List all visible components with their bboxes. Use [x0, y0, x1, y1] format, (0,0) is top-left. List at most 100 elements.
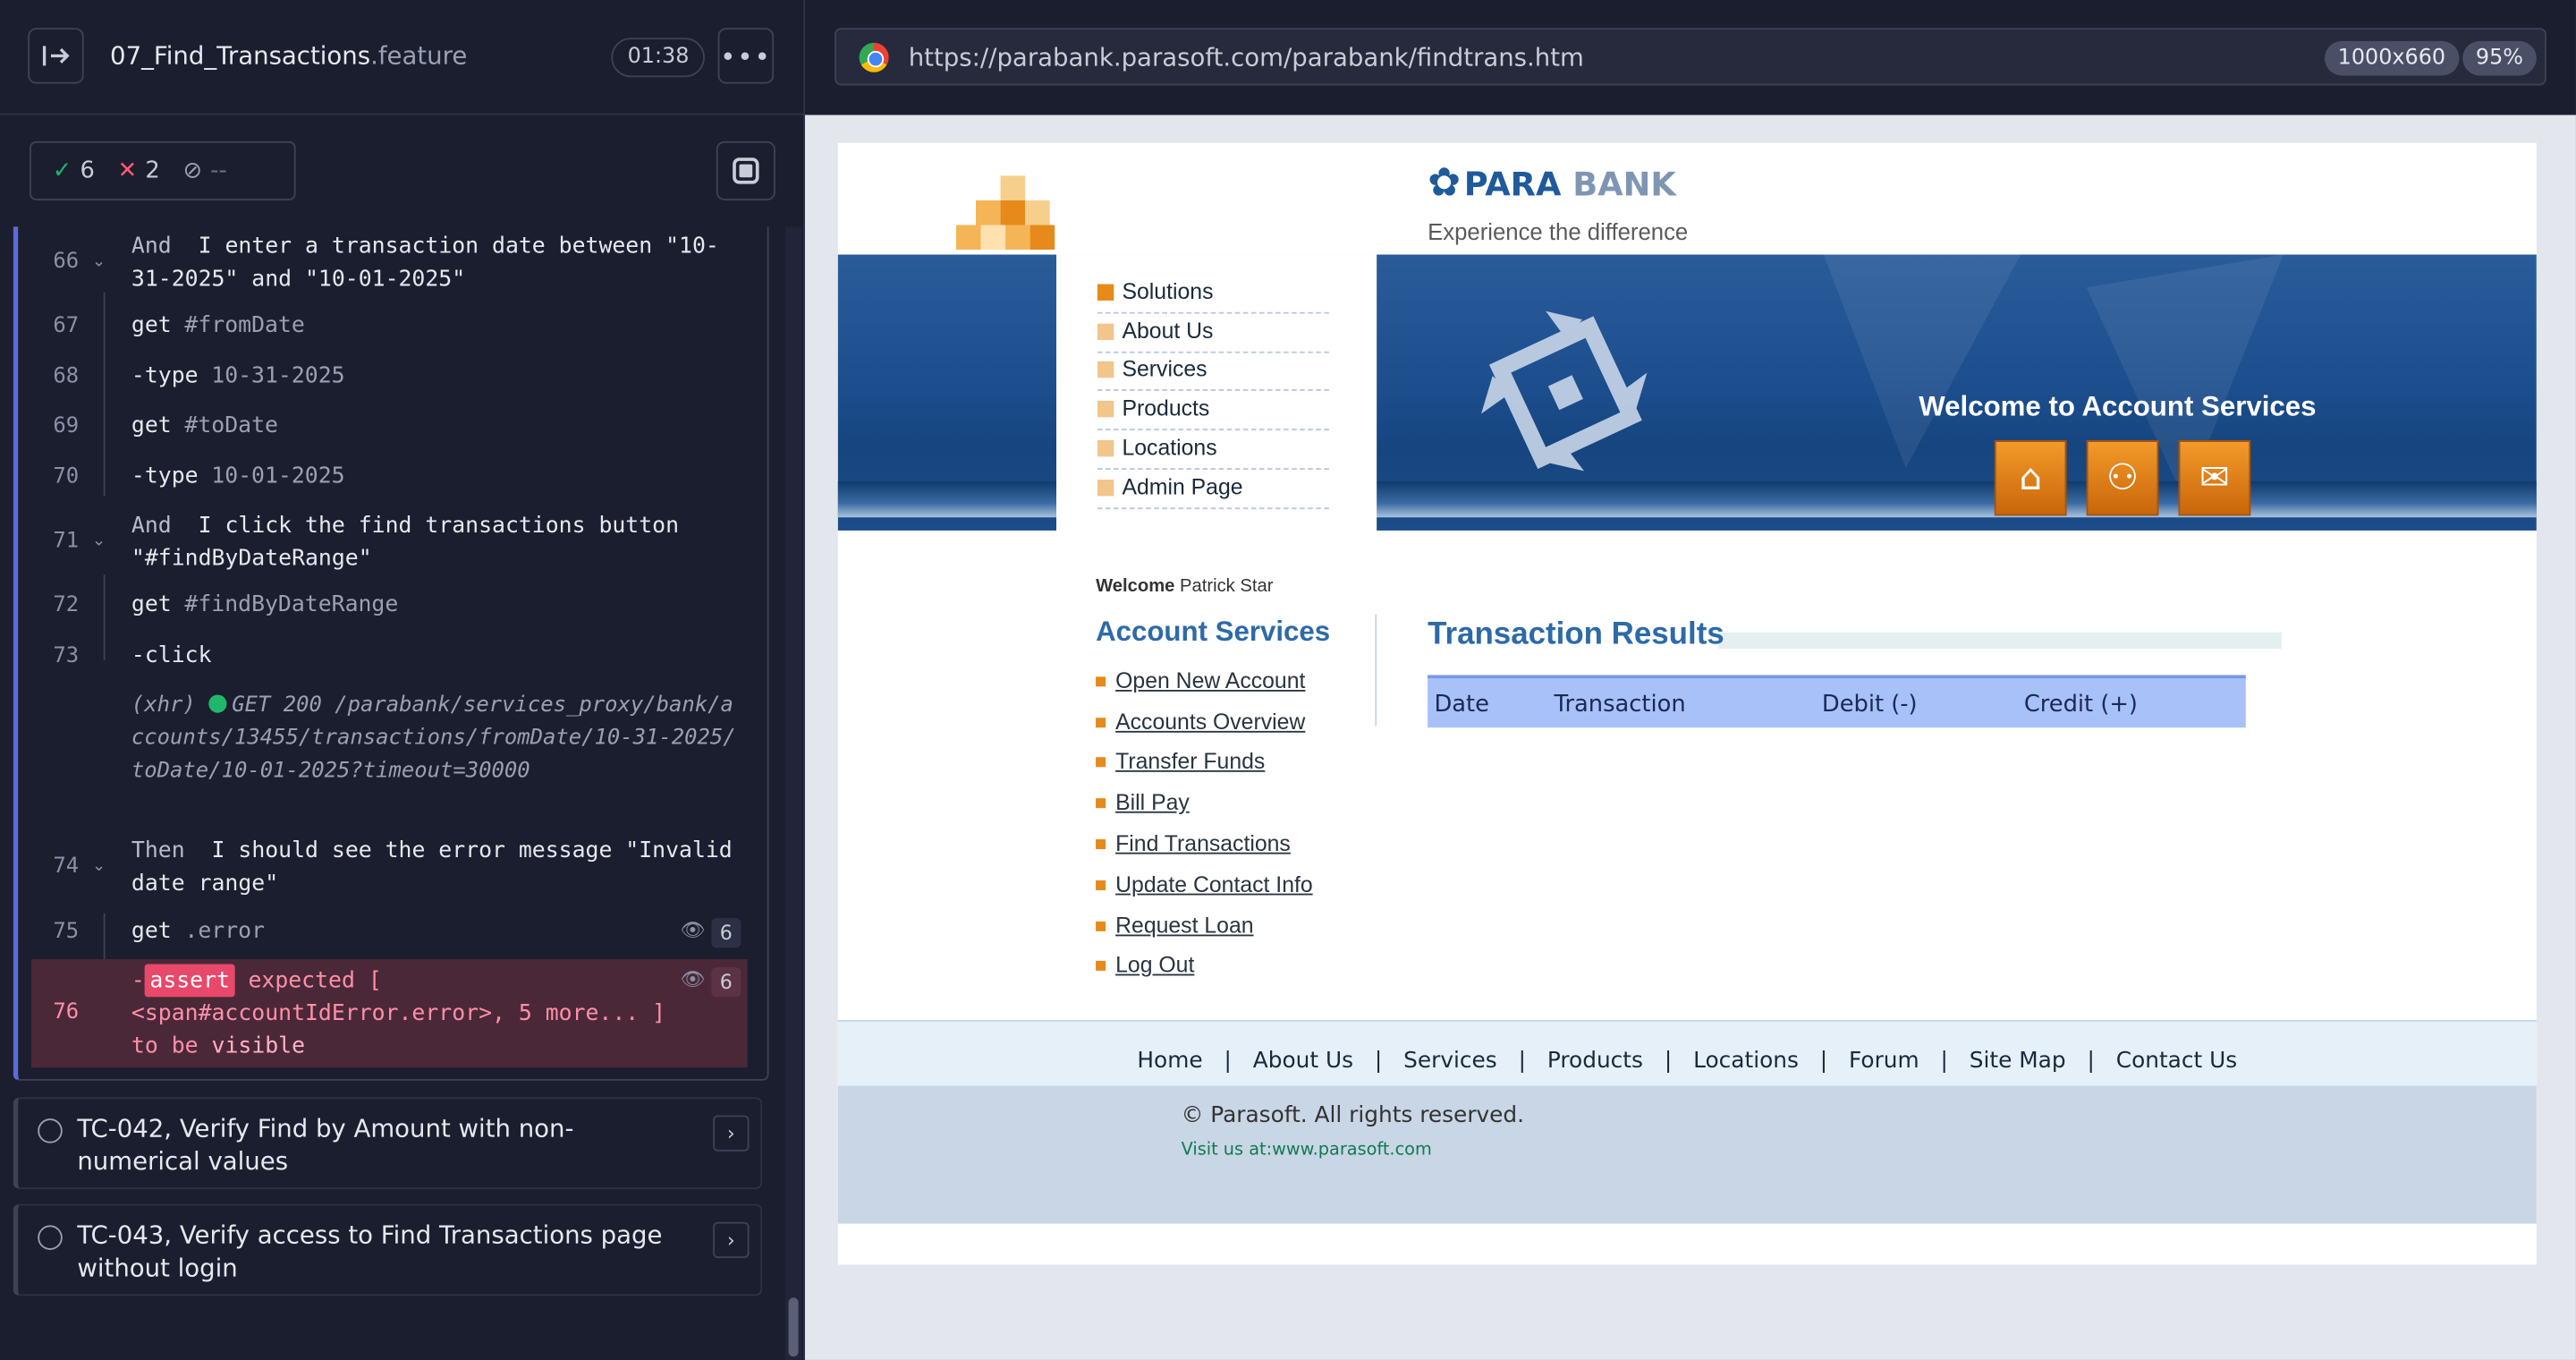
link-open-new-account[interactable]: Open New Account: [1096, 668, 1305, 693]
command-type-todate[interactable]: -type 10-01-2025: [131, 463, 345, 489]
chevron-down-icon[interactable]: ⌄: [92, 253, 106, 271]
footer-copyright: © Parasoft. All rights reserved. Visit u…: [837, 1085, 2537, 1224]
assert-message: - assert expected [ <span#accountIdError.…: [131, 964, 690, 1063]
browser-panel: https://parabank.parasoft.com/parabank/f…: [804, 0, 2576, 1360]
more-options-button[interactable]: •••: [717, 28, 775, 84]
pending-circle-icon: [38, 1225, 63, 1250]
pending-count[interactable]: ⊘ --: [182, 157, 226, 183]
step-then-error[interactable]: Then I should see the error message "Inv…: [131, 835, 740, 900]
chevron-down-icon[interactable]: ⌄: [92, 532, 106, 550]
link-update-contact-info[interactable]: Update Contact Info: [1096, 872, 1313, 897]
skip-icon: ⊘: [182, 157, 203, 184]
tagline: Experience the difference: [1428, 218, 1689, 245]
stop-button[interactable]: [716, 140, 775, 200]
check-icon: ✓: [52, 157, 72, 184]
link-bill-pay[interactable]: Bill Pay: [1096, 790, 1190, 815]
about-icon[interactable]: ⚇: [2086, 439, 2159, 516]
footer-link-about-us[interactable]: About Us: [1253, 1048, 1353, 1074]
url-text: https://parabank.parasoft.com/parabank/f…: [908, 42, 1584, 72]
element-count-badge: 6: [711, 918, 741, 948]
ellipsis-icon: •••: [720, 39, 772, 72]
test-item-tc042[interactable]: TC-042, Verify Find by Amount with non-n…: [13, 1097, 763, 1190]
results-table-header: Date Transaction Debit (-) Credit (+): [1428, 675, 2246, 728]
zoom-level: 95%: [2462, 40, 2537, 76]
footer-link-locations[interactable]: Locations: [1693, 1048, 1799, 1074]
element-count-badge: 6: [711, 967, 741, 998]
command-click[interactable]: -click: [131, 642, 212, 668]
link-request-loan[interactable]: Request Loan: [1096, 914, 1254, 938]
menu-item-services[interactable]: Services: [1097, 352, 1329, 391]
line-number: 73: [53, 643, 80, 669]
command-get-error[interactable]: get .error: [131, 918, 265, 944]
col-transaction: Transaction: [1554, 691, 1686, 718]
parabank-logo[interactable]: ✿ PARA BANK: [1428, 159, 1676, 205]
xhr-log[interactable]: (xhr) GET 200 /parabank/services_proxy/ba…: [131, 690, 742, 788]
banner-welcome: Welcome to Account Services: [1919, 390, 2317, 422]
contact-icon[interactable]: ✉: [2178, 439, 2251, 516]
passed-count[interactable]: ✓ 6: [53, 157, 95, 183]
hidden-eye-icon: 👁: [680, 918, 706, 941]
menu-item-locations[interactable]: Locations: [1097, 430, 1329, 471]
assert-label: assert: [144, 964, 235, 998]
stop-icon: [733, 157, 759, 184]
menu-item-products[interactable]: Products: [1097, 391, 1329, 430]
scrollbar[interactable]: [784, 226, 802, 1360]
test-stats: ✓ 6 ✕ 2 ⊘ --: [30, 140, 296, 200]
footer-link-forum[interactable]: Forum: [1849, 1048, 1919, 1074]
pending-circle-icon: [38, 1118, 63, 1143]
active-test: [13, 226, 769, 1081]
copyright-text: © Parasoft. All rights reserved.: [1181, 1101, 1525, 1129]
footer-link-contact-us[interactable]: Contact Us: [2116, 1048, 2237, 1074]
feature-ext: .feature: [370, 40, 468, 71]
feature-name: 07_Find_Transactions: [110, 40, 371, 71]
step-and-click-find[interactable]: And I click the find transactions button…: [131, 509, 740, 574]
line-number: 67: [53, 313, 80, 339]
footer-link-services[interactable]: Services: [1403, 1048, 1497, 1074]
test-item-tc043[interactable]: TC-043, Verify access to Find Transactio…: [13, 1203, 763, 1296]
home-icon[interactable]: ⌂: [1994, 439, 2067, 516]
chevron-right-icon[interactable]: ›: [713, 1115, 750, 1152]
command-get-fromdate[interactable]: get #fromDate: [131, 312, 305, 338]
chevron-right-icon[interactable]: ›: [713, 1221, 750, 1259]
account-services-title: Account Services: [1096, 616, 1331, 648]
toggle-sidebar-button[interactable]: [28, 28, 84, 84]
transaction-results-title: Transaction Results: [1428, 617, 1724, 652]
col-debit: Debit (-): [1821, 691, 1918, 718]
hidden-eye-icon: 👁: [680, 967, 706, 990]
link-transfer-funds[interactable]: Transfer Funds: [1096, 749, 1265, 774]
failed-assertion[interactable]: 76 - assert expected [ <span#accountIdErr…: [30, 959, 748, 1068]
command-get-todate[interactable]: get #toDate: [131, 412, 278, 438]
visit-link[interactable]: Visit us at:www.parasoft.com: [1182, 1140, 1432, 1160]
runner-panel: 07_Find_Transactions.feature 01:38 ••• ✓…: [0, 0, 805, 1360]
feature-filename: 07_Find_Transactions.feature: [110, 41, 467, 71]
browser-toolbar: https://parabank.parasoft.com/parabank/f…: [804, 0, 2576, 115]
menu-item-about-us[interactable]: About Us: [1097, 314, 1329, 353]
footer-link-site-map[interactable]: Site Map: [1970, 1048, 2066, 1074]
viewport-size: 1000x660: [2324, 40, 2459, 76]
footer-link-products[interactable]: Products: [1547, 1048, 1643, 1074]
line-number: 71: [53, 529, 80, 554]
command-type-fromdate[interactable]: -type 10-31-2025: [131, 363, 345, 389]
run-timer: 01:38: [611, 38, 706, 78]
test-title: TC-042, Verify Find by Amount with non-n…: [77, 1113, 574, 1177]
col-date: Date: [1434, 691, 1489, 718]
address-bar[interactable]: https://parabank.parasoft.com/parabank/f…: [835, 28, 2546, 86]
command-get-findbydaterange[interactable]: get #findByDateRange: [131, 591, 398, 617]
line-number: 68: [53, 364, 80, 390]
logo-blocks: [955, 175, 1058, 254]
failed-count[interactable]: ✕ 2: [118, 157, 160, 183]
sidebar-divider: [1375, 614, 1377, 727]
col-credit: Credit (+): [2023, 691, 2138, 718]
link-accounts-overview[interactable]: Accounts Overview: [1096, 710, 1305, 735]
link-log-out[interactable]: Log Out: [1096, 953, 1194, 977]
chrome-icon: [859, 42, 889, 72]
collapse-icon: [42, 46, 70, 66]
menu-item-admin-page[interactable]: Admin Page: [1097, 470, 1329, 510]
link-find-transactions[interactable]: Find Transactions: [1096, 831, 1291, 855]
menu-item-solutions[interactable]: Solutions: [1097, 275, 1329, 314]
footer-link-home[interactable]: Home: [1137, 1048, 1202, 1074]
scrollbar-thumb[interactable]: [788, 1297, 799, 1357]
welcome-user: Welcome Patrick Star: [1096, 576, 1274, 597]
chevron-down-icon[interactable]: ⌄: [92, 857, 106, 875]
step-and-enter-dates[interactable]: And I enter a transaction date between "…: [131, 230, 740, 295]
